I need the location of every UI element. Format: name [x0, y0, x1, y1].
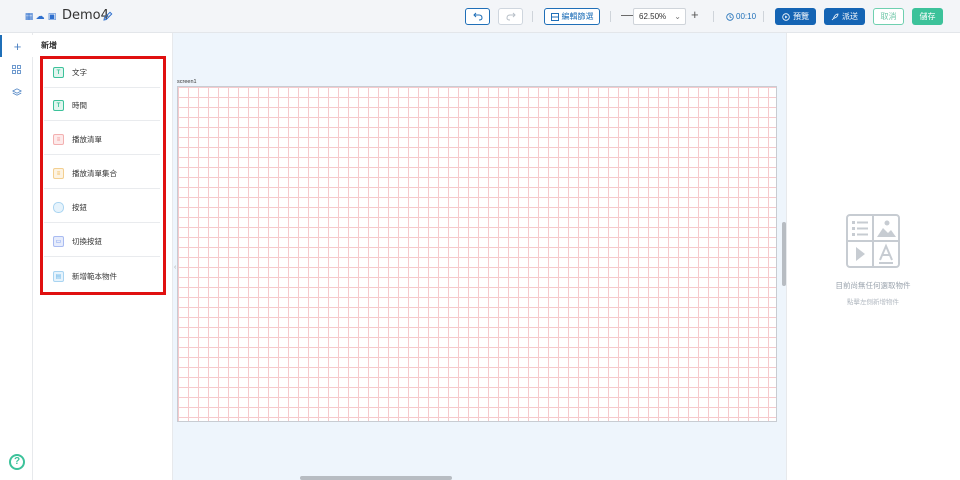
undo-icon — [472, 12, 483, 21]
panel-title: 新增 — [41, 41, 57, 50]
top-toolbar: ▦ ☁ ▣ Demo4 編輯篩選 — 62.50% ⌄ + 00:10 預覽 派… — [0, 0, 960, 33]
help-icon[interactable]: ? — [9, 454, 25, 470]
rail-add-button[interactable]: + — [0, 35, 33, 57]
rail-layers-button[interactable] — [0, 81, 33, 103]
horizontal-scrollbar[interactable] — [300, 476, 452, 480]
save-button[interactable]: 儲存 — [912, 8, 943, 25]
monitor-icon: ▣ — [47, 11, 57, 21]
pencil-icon[interactable] — [102, 10, 114, 22]
redo-button[interactable] — [498, 8, 523, 25]
undo-button[interactable] — [465, 8, 490, 25]
redo-icon — [505, 12, 516, 21]
chevron-down-icon: ⌄ — [674, 12, 681, 21]
layers-icon — [11, 87, 22, 96]
screen-canvas[interactable] — [177, 86, 777, 422]
windows-icon: ▦ — [24, 11, 34, 21]
cloud-icon: ☁ — [35, 11, 45, 21]
empty-state-hint: 點擊左側新增物件 — [847, 298, 899, 306]
empty-media-icon — [846, 214, 900, 268]
screen-label: screen1 — [177, 79, 197, 85]
send-button[interactable]: 派送 — [824, 8, 865, 25]
toolbar-divider — [713, 11, 714, 22]
preview-button[interactable]: 預覽 — [775, 8, 816, 25]
cancel-button[interactable]: 取消 — [873, 8, 904, 25]
timer: 00:10 — [726, 12, 756, 21]
grid-icon — [12, 64, 21, 74]
rail-layout-button[interactable] — [0, 58, 33, 80]
grid-icon — [550, 12, 559, 21]
plus-icon: + — [13, 38, 22, 54]
clock-icon — [726, 12, 734, 21]
edit-filter-button[interactable]: 編輯篩選 — [544, 8, 600, 25]
rocket-icon — [831, 13, 839, 20]
toolbar-divider — [610, 11, 611, 22]
zoom-select[interactable]: 62.50% ⌄ — [633, 8, 686, 25]
play-circle-icon — [782, 12, 790, 21]
zoom-in-button[interactable]: + — [691, 7, 699, 22]
toolbar-divider — [763, 11, 764, 22]
left-rail: + — [0, 33, 33, 480]
toolbar-divider — [532, 11, 533, 22]
highlight-box — [40, 56, 166, 295]
empty-state-title: 目前尚無任何選取物件 — [835, 281, 911, 290]
